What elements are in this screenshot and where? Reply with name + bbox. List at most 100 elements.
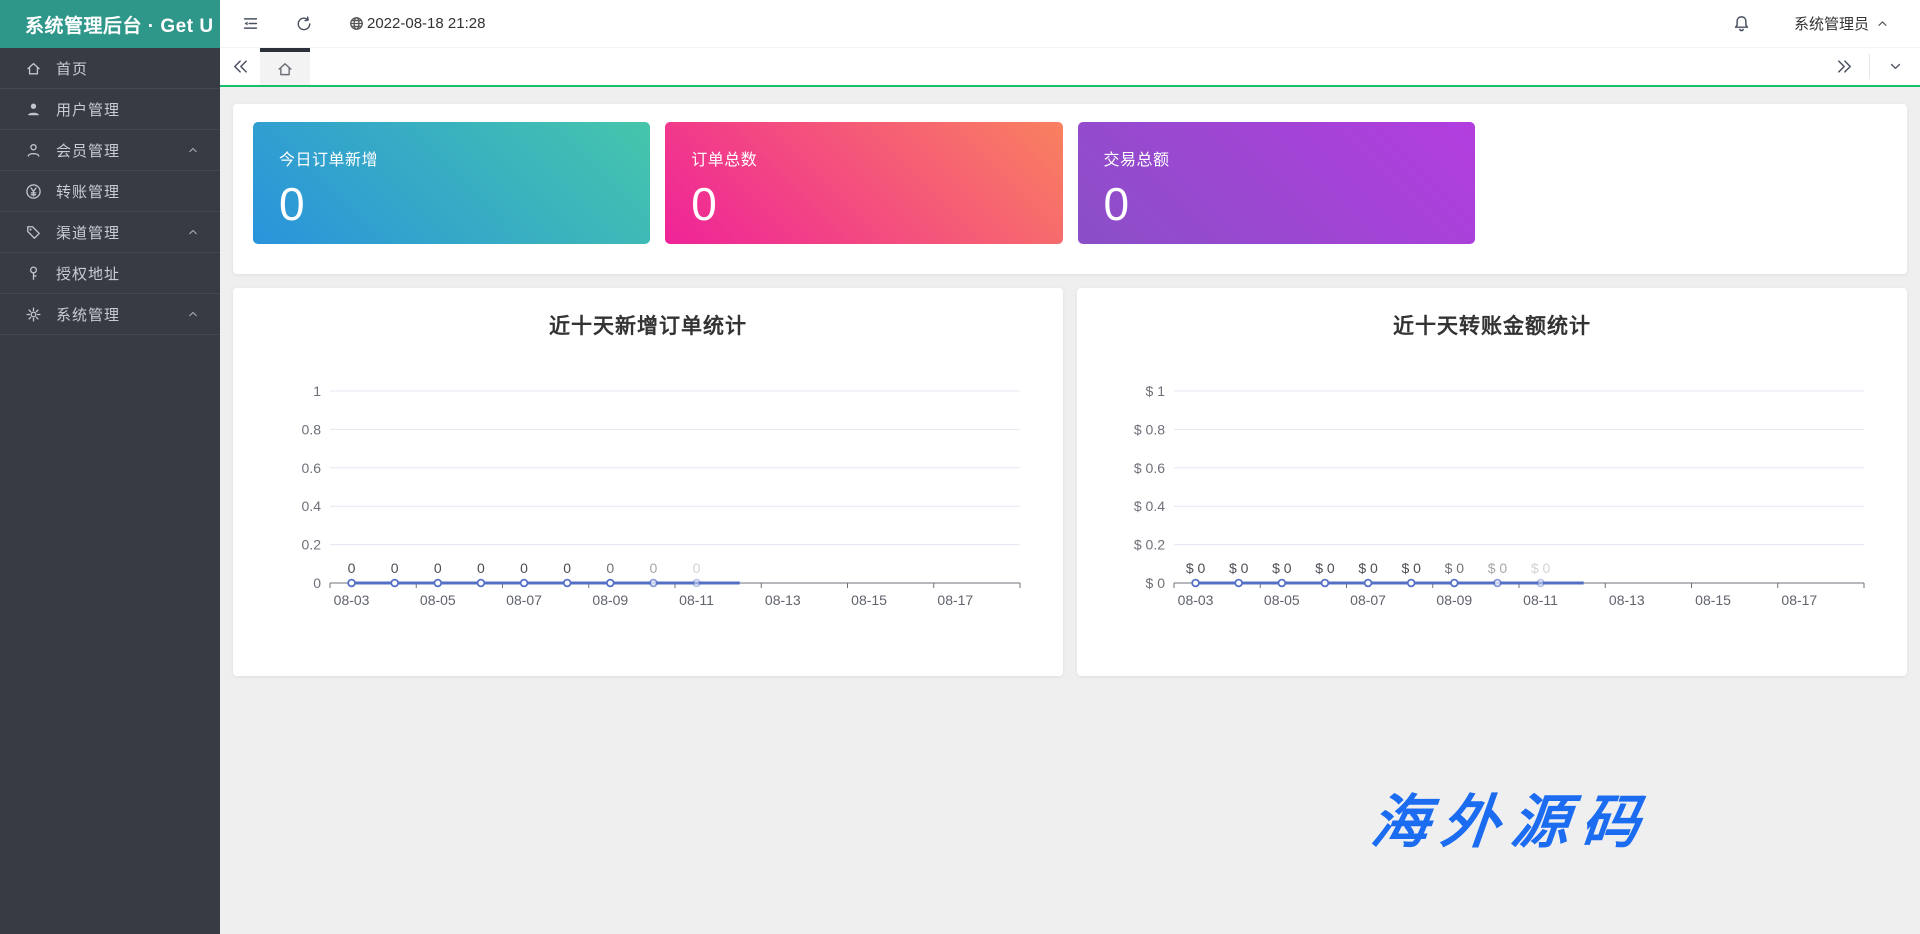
svg-text:0: 0 — [391, 560, 399, 576]
channel-tag-icon — [25, 224, 42, 241]
svg-text:$ 1: $ 1 — [1146, 383, 1166, 399]
svg-text:$ 0: $ 0 — [1315, 560, 1335, 576]
svg-text:08-15: 08-15 — [1695, 592, 1731, 608]
scroll-tabs-left-button[interactable] — [220, 48, 260, 85]
svg-text:$ 0: $ 0 — [1488, 560, 1508, 576]
chevron-up-icon — [186, 307, 200, 321]
address-key-icon — [25, 265, 42, 282]
svg-text:08-05: 08-05 — [420, 592, 456, 608]
svg-text:0: 0 — [650, 560, 658, 576]
sidebar-item-addresses[interactable]: 授权地址 — [0, 253, 220, 294]
stat-card: 订单总数 0 — [665, 122, 1063, 244]
svg-text:08-11: 08-11 — [1523, 592, 1558, 608]
charts-row: 近十天新增订单统计 1 0.8 0.6 0.4 0.2 0 08-03 08-05 08-07 0… — [233, 288, 1907, 676]
sidebar-item-users[interactable]: 用户管理 — [0, 89, 220, 130]
svg-text:$ 0.8: $ 0.8 — [1134, 421, 1165, 437]
sidebar-item-label: 转账管理 — [56, 183, 121, 201]
stat-card: 交易总额 0 — [1077, 122, 1475, 244]
sidebar-item-channels[interactable]: 渠道管理 — [0, 212, 220, 253]
svg-text:1: 1 — [313, 383, 321, 399]
chart-card: 近十天新增订单统计 1 0.8 0.6 0.4 0.2 0 08-03 08-05 08-07 0… — [233, 288, 1063, 676]
svg-text:$ 0.2: $ 0.2 — [1134, 537, 1165, 553]
member-icon — [25, 142, 42, 159]
system-gear-icon — [25, 306, 42, 323]
stat-card-value: 0 — [279, 178, 305, 230]
globe-icon — [348, 15, 365, 32]
svg-text:0: 0 — [606, 560, 614, 576]
transfer-yen-icon — [25, 183, 42, 200]
chart-card: 近十天转账金额统计 $ 1 $ 0.8 $ 0.6 $ 0.4 $ 0.2 $ 0 08-0… — [1077, 288, 1907, 676]
sidebar-item-label: 授权地址 — [56, 265, 121, 283]
svg-text:0: 0 — [434, 560, 442, 576]
svg-text:$ 0.4: $ 0.4 — [1134, 498, 1165, 514]
server-time-text: 2022-08-18 21:28 — [367, 15, 486, 32]
svg-text:$ 0: $ 0 — [1186, 560, 1206, 576]
tab-home[interactable] — [260, 48, 310, 85]
sidebar-item-label: 用户管理 — [56, 101, 121, 119]
stat-card: 今日订单新增 0 — [253, 122, 651, 244]
tab-bar-right — [1819, 48, 1920, 85]
scroll-tabs-right-button[interactable] — [1819, 48, 1869, 85]
svg-text:08-15: 08-15 — [851, 592, 887, 608]
svg-text:08-17: 08-17 — [937, 592, 973, 608]
sidebar-item-transfers[interactable]: 转账管理 — [0, 171, 220, 212]
svg-text:$ 0: $ 0 — [1146, 575, 1166, 591]
tabs-dropdown-button[interactable] — [1870, 48, 1920, 85]
topbar: 2022-08-18 21:28 系统管理员 — [220, 0, 1920, 48]
svg-text:0: 0 — [563, 560, 571, 576]
svg-text:0: 0 — [520, 560, 528, 576]
sidebar-item-label: 会员管理 — [56, 142, 121, 160]
svg-text:$ 0: $ 0 — [1272, 560, 1292, 576]
svg-text:$ 0: $ 0 — [1401, 560, 1421, 576]
stat-card-value: 0 — [691, 178, 717, 230]
home-icon — [25, 60, 42, 77]
line-chart: 1 0.8 0.6 0.4 0.2 0 08-03 08-05 08-07 08-09 08-11 0… — [302, 383, 1021, 608]
chevron-up-icon — [1875, 16, 1890, 31]
svg-text:0: 0 — [313, 575, 321, 591]
admin-menu[interactable]: 系统管理员 — [1794, 13, 1890, 34]
svg-text:0: 0 — [477, 560, 485, 576]
collapse-sidebar-button[interactable] — [236, 10, 264, 38]
sidebar-item-members[interactable]: 会员管理 — [0, 130, 220, 171]
stat-cards-panel: 今日订单新增 0 订单总数 0 交易总额 0 — [233, 104, 1907, 274]
refresh-button[interactable] — [290, 10, 318, 38]
sidebar-item-home[interactable]: 首页 — [0, 48, 220, 89]
topbar-right: 系统管理员 — [1728, 10, 1920, 38]
svg-text:$ 0: $ 0 — [1358, 560, 1378, 576]
brand-title: 系统管理后台 · Get U — [25, 15, 214, 37]
svg-text:08-13: 08-13 — [1609, 592, 1645, 608]
sidebar-item-label: 首页 — [56, 60, 89, 78]
notifications-bell-button[interactable] — [1728, 10, 1756, 38]
svg-text:08-17: 08-17 — [1781, 592, 1817, 608]
stat-card-label: 订单总数 — [691, 152, 758, 169]
stat-card-label: 交易总额 — [1103, 152, 1170, 169]
svg-text:08-07: 08-07 — [506, 592, 542, 608]
chart-title: 近十天转账金额统计 — [1393, 315, 1591, 338]
svg-text:$ 0: $ 0 — [1531, 560, 1551, 576]
svg-text:08-05: 08-05 — [1264, 592, 1300, 608]
chart-title: 近十天新增订单统计 — [549, 315, 747, 338]
svg-text:08-07: 08-07 — [1350, 592, 1386, 608]
svg-text:0.8: 0.8 — [302, 421, 322, 437]
svg-text:$ 0: $ 0 — [1445, 560, 1465, 576]
svg-text:08-03: 08-03 — [1178, 592, 1214, 608]
sidebar-item-label: 渠道管理 — [56, 224, 121, 242]
sidebar-item-label: 系统管理 — [56, 306, 121, 324]
svg-text:08-09: 08-09 — [592, 592, 628, 608]
chevron-up-icon — [186, 225, 200, 239]
sidebar: 系统管理后台 · Get U 首页用户管理会员管理转账管理渠道管理授权地址系统管… — [0, 0, 220, 934]
svg-text:0: 0 — [348, 560, 356, 576]
svg-text:0.4: 0.4 — [302, 498, 322, 514]
sidebar-item-system[interactable]: 系统管理 — [0, 294, 220, 335]
svg-text:0.2: 0.2 — [302, 537, 322, 553]
tab-bar — [220, 48, 1920, 87]
svg-text:0.6: 0.6 — [302, 460, 322, 476]
stat-card-label: 今日订单新增 — [279, 152, 379, 169]
stat-card-value: 0 — [1103, 178, 1130, 230]
svg-text:08-11: 08-11 — [679, 592, 714, 608]
svg-text:$ 0.6: $ 0.6 — [1134, 460, 1165, 476]
line-chart: $ 1 $ 0.8 $ 0.6 $ 0.4 $ 0.2 $ 0 08-03 08-05 08-0… — [1134, 383, 1865, 608]
svg-text:08-13: 08-13 — [765, 592, 801, 608]
svg-text:$ 0: $ 0 — [1229, 560, 1249, 576]
watermark: 海外源码 — [1367, 788, 1656, 856]
